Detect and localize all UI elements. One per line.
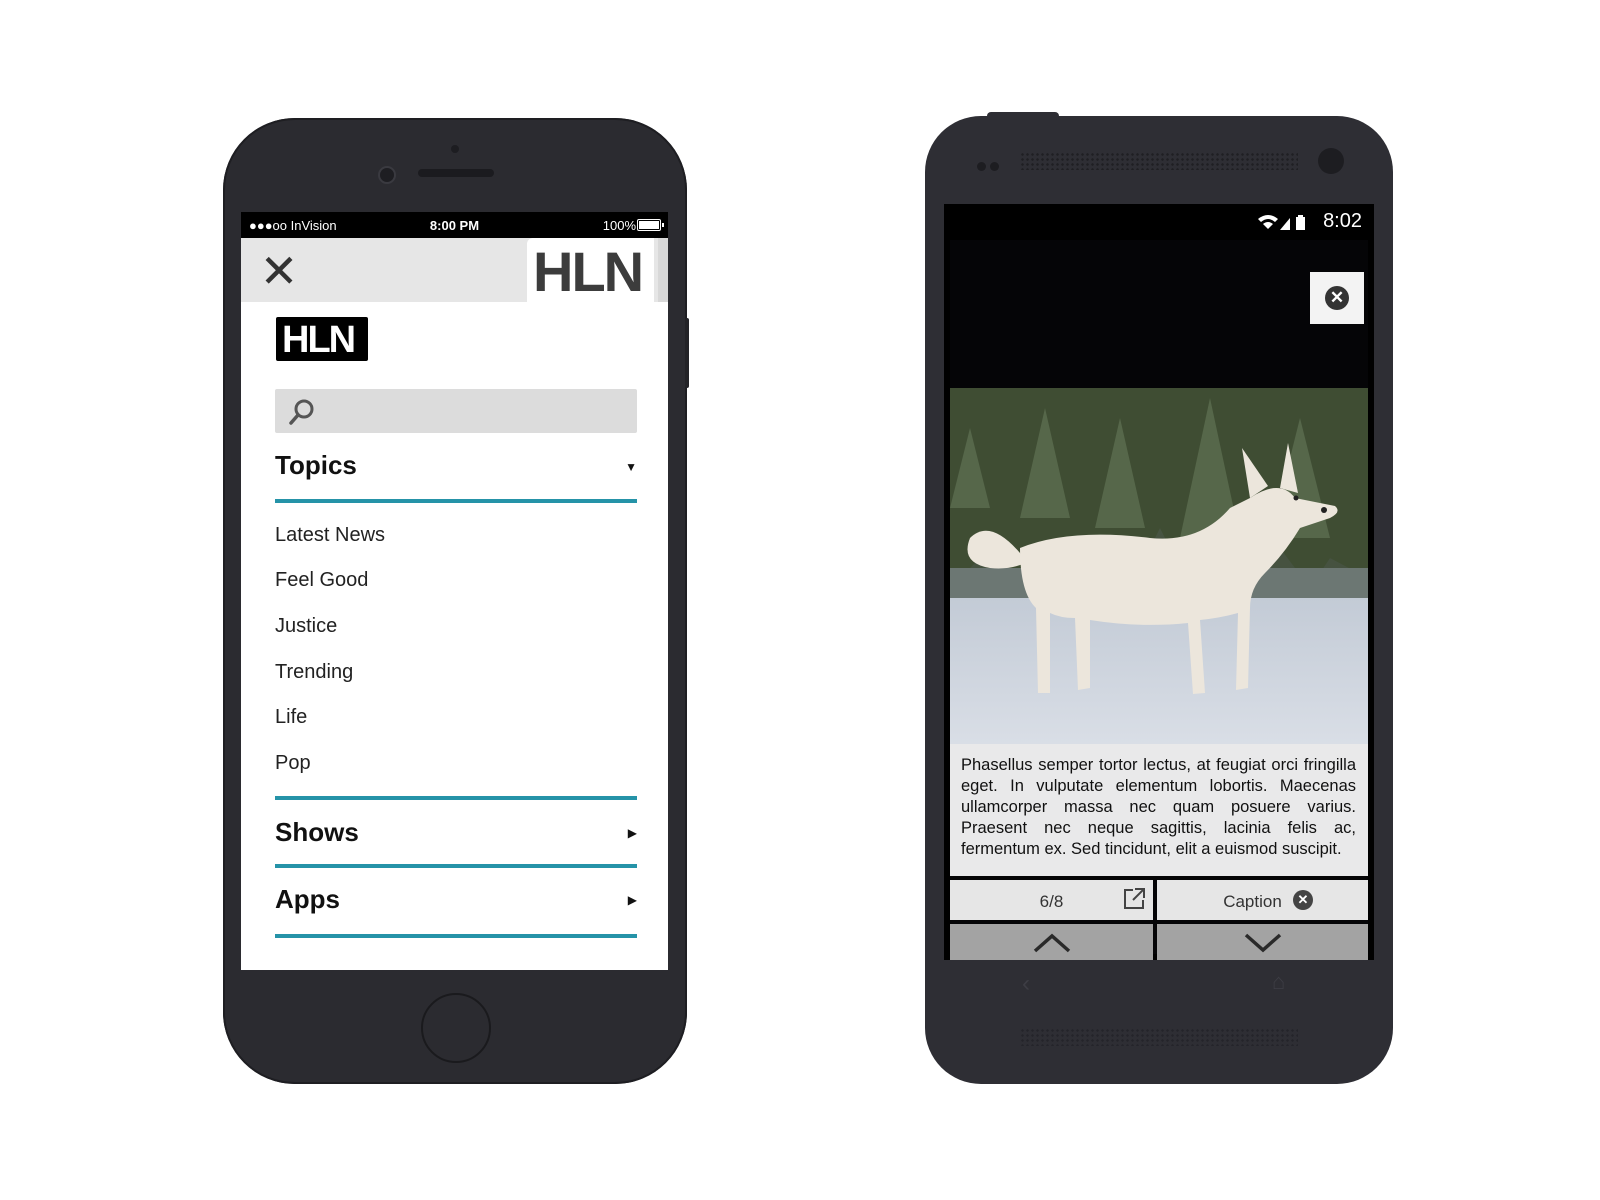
android-device: ‹ ⌂ 8:02 ✕ Phasellus semper tortor lectu… (925, 112, 1393, 1084)
previous-button[interactable] (950, 924, 1153, 960)
section-shows-label: Shows (275, 817, 359, 847)
battery-icon (637, 219, 664, 231)
topic-latest-news[interactable]: Latest News (275, 524, 385, 547)
earpiece-speaker (418, 169, 494, 177)
battery-percent: 100% (602, 218, 636, 233)
section-topics-label: Topics (275, 450, 357, 480)
close-icon: ✕ (1325, 286, 1349, 310)
next-button[interactable] (1157, 924, 1368, 960)
section-topics[interactable]: Topics ▼ (275, 450, 637, 481)
home-button[interactable] (421, 993, 491, 1063)
share-icon[interactable] (1121, 886, 1147, 912)
topic-trending[interactable]: Trending (275, 661, 353, 684)
power-button (987, 112, 1059, 120)
menu-logo-text: HLN (282, 319, 356, 361)
topic-justice[interactable]: Justice (275, 615, 337, 638)
close-gallery-button[interactable]: ✕ (1310, 272, 1364, 324)
slide-counter-bar: 6/8 (950, 880, 1153, 920)
caption-text: Phasellus semper tortor lectus, at feugi… (961, 756, 1356, 858)
menu-header: ✕ HLN (241, 238, 668, 306)
home-nav-icon[interactable]: ⌂ (1272, 969, 1285, 995)
android-status-bar: 8:02 (1256, 210, 1362, 233)
front-camera (378, 166, 396, 184)
status-time: 8:02 (1323, 210, 1362, 232)
topic-life[interactable]: Life (275, 706, 307, 729)
section-divider (275, 864, 637, 868)
section-shows[interactable]: Shows ▶ (275, 817, 637, 848)
ios-status-bar: ●●●oo InVision 8:00 PM 100% (241, 212, 668, 238)
chevron-up-icon (1033, 933, 1070, 953)
proximity-sensor (451, 145, 459, 153)
search-input[interactable] (275, 389, 637, 433)
dog-photo (950, 388, 1368, 744)
photo-caption: Phasellus semper tortor lectus, at feugi… (950, 744, 1368, 876)
caption-toggle-label: Caption (1223, 892, 1282, 911)
menu-logo[interactable]: HLN (276, 317, 368, 361)
photo-gallery: ✕ Phasellus semper tortor lectus, at feu… (950, 240, 1368, 960)
chevron-down-icon: ▼ (625, 460, 637, 474)
section-divider (275, 796, 637, 800)
caption-toggle-button[interactable]: Caption ✕ (1157, 880, 1368, 920)
gallery-photo[interactable] (950, 388, 1368, 744)
bottom-speaker-grille (1020, 1028, 1298, 1046)
android-screen: 8:02 ✕ Phasellus semper tortor lectus, a… (944, 204, 1374, 960)
section-divider (275, 499, 637, 503)
header-edge (658, 238, 668, 302)
chevron-right-icon: ▶ (627, 826, 637, 840)
topic-pop[interactable]: Pop (275, 752, 311, 775)
search-icon (289, 399, 314, 425)
chevron-down-icon (1244, 933, 1281, 953)
topic-feel-good[interactable]: Feel Good (275, 569, 368, 592)
indicator-lights (977, 158, 1003, 176)
front-camera (1318, 148, 1344, 174)
side-button (685, 318, 689, 388)
chevron-right-icon: ▶ (627, 893, 637, 907)
section-divider (275, 934, 637, 938)
iphone-screen: ●●●oo InVision 8:00 PM 100% ✕ HLN HLN To… (241, 212, 668, 970)
close-icon: ✕ (1293, 890, 1313, 910)
close-menu-icon[interactable]: ✕ (259, 248, 299, 294)
header-brand-logo[interactable]: HLN (533, 240, 644, 304)
iphone-device: ●●●oo InVision 8:00 PM 100% ✕ HLN HLN To… (223, 118, 689, 1084)
section-apps[interactable]: Apps ▶ (275, 884, 637, 915)
back-nav-icon[interactable]: ‹ (1022, 970, 1030, 998)
signal-icons (1257, 214, 1305, 230)
section-apps-label: Apps (275, 884, 340, 914)
top-speaker-grille (1020, 152, 1298, 170)
